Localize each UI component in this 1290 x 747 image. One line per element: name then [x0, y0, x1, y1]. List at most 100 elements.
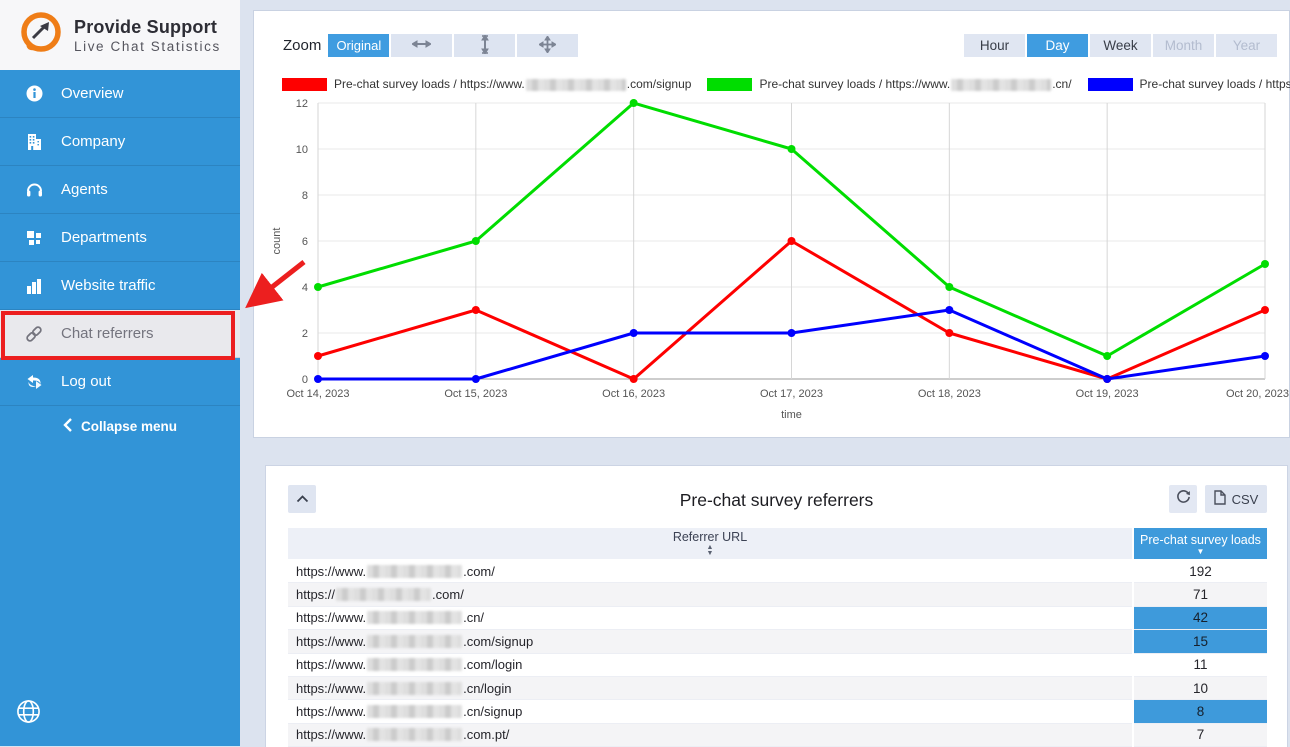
svg-text:Oct 17, 2023: Oct 17, 2023 — [760, 388, 823, 400]
zoom-vertical-button[interactable] — [454, 34, 515, 57]
sidebar-item-company[interactable]: Company — [0, 118, 240, 166]
provide-support-logo-icon — [18, 10, 64, 61]
sort-both-icon: ▲▼ — [707, 545, 714, 557]
h-arrow-icon — [412, 38, 431, 53]
sidebar-item-departments[interactable]: Departments — [0, 214, 240, 262]
sidebar-item-agents[interactable]: Agents — [0, 166, 240, 214]
referrer-url-cell: https://www..cn/login — [288, 677, 1132, 700]
sidebar-item-label: Chat referrers — [61, 325, 154, 342]
legend-item[interactable]: Pre-chat survey loads / https://www..com… — [282, 77, 691, 91]
chart-point — [630, 375, 638, 383]
table-row: https://www..com/signup15 — [288, 630, 1267, 653]
referrer-url-cell: https://www..cn/signup — [288, 700, 1132, 723]
sidebar-item-website-traffic[interactable]: Website traffic — [0, 262, 240, 310]
redacted-url-segment — [367, 635, 462, 648]
svg-text:Oct 19, 2023: Oct 19, 2023 — [1076, 388, 1139, 400]
refresh-button[interactable] — [1169, 485, 1197, 513]
referrer-url-cell: https://www..com/login — [288, 654, 1132, 677]
sort-desc-icon: ▼ — [1197, 548, 1205, 555]
csv-label: CSV — [1232, 492, 1259, 507]
chart-point — [472, 237, 480, 245]
redacted-url-segment — [367, 565, 462, 578]
tab-label: Week — [1103, 38, 1137, 53]
tab-label: Month — [1165, 38, 1203, 53]
sidebar-item-label: Company — [61, 133, 125, 150]
sidebar-item-log-out[interactable]: Log out — [0, 358, 240, 406]
logout-icon — [24, 374, 44, 390]
tab-label: Year — [1233, 38, 1260, 53]
chart-point — [472, 306, 480, 314]
referrers-panel: Pre-chat survey referrers CSV Referrer U… — [265, 465, 1288, 747]
zoom-original-button[interactable]: Original — [328, 34, 389, 57]
survey-loads-cell: 71 — [1134, 583, 1267, 606]
survey-loads-cell: 10 — [1134, 677, 1267, 700]
period-tabs: Hour Day Week Month Year — [962, 34, 1277, 57]
redacted-url-segment — [367, 611, 462, 624]
sidebar-item-label: Agents — [61, 181, 108, 198]
referrers-table: Referrer URL ▲▼ Pre-chat survey loads ▼ … — [288, 528, 1267, 747]
tab-day[interactable]: Day — [1027, 34, 1088, 57]
sidebar: Provide Support Live Chat Statistics Ove… — [0, 0, 240, 746]
tab-label: Hour — [980, 38, 1009, 53]
redacted-url-segment — [367, 705, 462, 718]
chart-point — [314, 375, 322, 383]
table-row: https://www..com/192 — [288, 560, 1267, 583]
tab-label: Day — [1045, 38, 1069, 53]
table-row: https://www..com.pt/7 — [288, 724, 1267, 747]
legend-item[interactable]: Pre-chat survey loads / https://www..cn/… — [1088, 77, 1290, 91]
sidebar-item-label: Website traffic — [61, 277, 155, 294]
survey-loads-cell: 192 — [1134, 560, 1267, 583]
legend-label: Pre-chat survey loads / https://www..com… — [334, 77, 691, 91]
column-header-survey-loads[interactable]: Pre-chat survey loads ▼ — [1134, 528, 1267, 559]
legend-label: Pre-chat survey loads / https://www..cn/… — [1140, 77, 1290, 91]
zoom-horizontal-button[interactable] — [391, 34, 452, 57]
csv-export-button[interactable]: CSV — [1205, 485, 1267, 513]
sidebar-item-overview[interactable]: Overview — [0, 70, 240, 118]
svg-text:Oct 18, 2023: Oct 18, 2023 — [918, 388, 981, 400]
table-row: https://www..com/login11 — [288, 654, 1267, 677]
zoom-pan-button[interactable] — [517, 34, 578, 57]
survey-loads-cell: 8 — [1134, 700, 1267, 723]
table-row: https://.com/71 — [288, 583, 1267, 606]
table-row: https://www..cn/signup8 — [288, 700, 1267, 723]
table-header-row: Referrer URL ▲▼ Pre-chat survey loads ▼ — [288, 528, 1267, 559]
collapse-menu-button[interactable]: Collapse menu — [0, 406, 240, 446]
chevron-left-icon — [63, 418, 72, 435]
collapse-menu-label: Collapse menu — [81, 419, 177, 434]
redacted-url-segment — [367, 658, 462, 671]
chart-point — [472, 375, 480, 383]
survey-loads-cell: 15 — [1134, 630, 1267, 653]
legend-swatch — [707, 78, 752, 91]
chart-point — [1103, 352, 1111, 360]
referrer-url-cell: https://www..cn/ — [288, 607, 1132, 630]
column-header-referrer-url[interactable]: Referrer URL ▲▼ — [288, 528, 1132, 559]
tab-week[interactable]: Week — [1090, 34, 1151, 57]
chart-point — [1261, 260, 1269, 268]
chart-point — [945, 283, 953, 291]
app-logo: Provide Support Live Chat Statistics — [0, 0, 240, 70]
chart-point — [1103, 375, 1111, 383]
chart-point — [788, 329, 796, 337]
chart-point — [1261, 352, 1269, 360]
zoom-toolbar: Zoom Original — [283, 34, 580, 57]
svg-text:Oct 16, 2023: Oct 16, 2023 — [602, 388, 665, 400]
chart-point — [788, 237, 796, 245]
column-label: Pre-chat survey loads — [1140, 533, 1261, 547]
chart-point — [314, 283, 322, 291]
svg-text:0: 0 — [302, 374, 308, 386]
svg-text:8: 8 — [302, 190, 308, 202]
survey-loads-cell: 11 — [1134, 654, 1267, 677]
chart-point — [630, 99, 638, 107]
chart-point — [945, 306, 953, 314]
chart-legend: Pre-chat survey loads / https://www..com… — [282, 77, 1290, 91]
svg-text:count: count — [271, 228, 283, 255]
legend-item[interactable]: Pre-chat survey loads / https://www..cn/ — [707, 77, 1071, 91]
referrer-url-cell: https://www..com.pt/ — [288, 724, 1132, 747]
redacted-url-segment — [336, 588, 431, 601]
sidebar-item-label: Log out — [61, 373, 111, 390]
tab-hour[interactable]: Hour — [964, 34, 1025, 57]
language-globe-icon[interactable] — [16, 699, 41, 729]
sidebar-item-chat-referrers[interactable]: Chat referrers — [0, 310, 240, 358]
zoom-toolbar-label: Zoom — [283, 37, 321, 54]
legend-label: Pre-chat survey loads / https://www..cn/ — [759, 77, 1071, 91]
